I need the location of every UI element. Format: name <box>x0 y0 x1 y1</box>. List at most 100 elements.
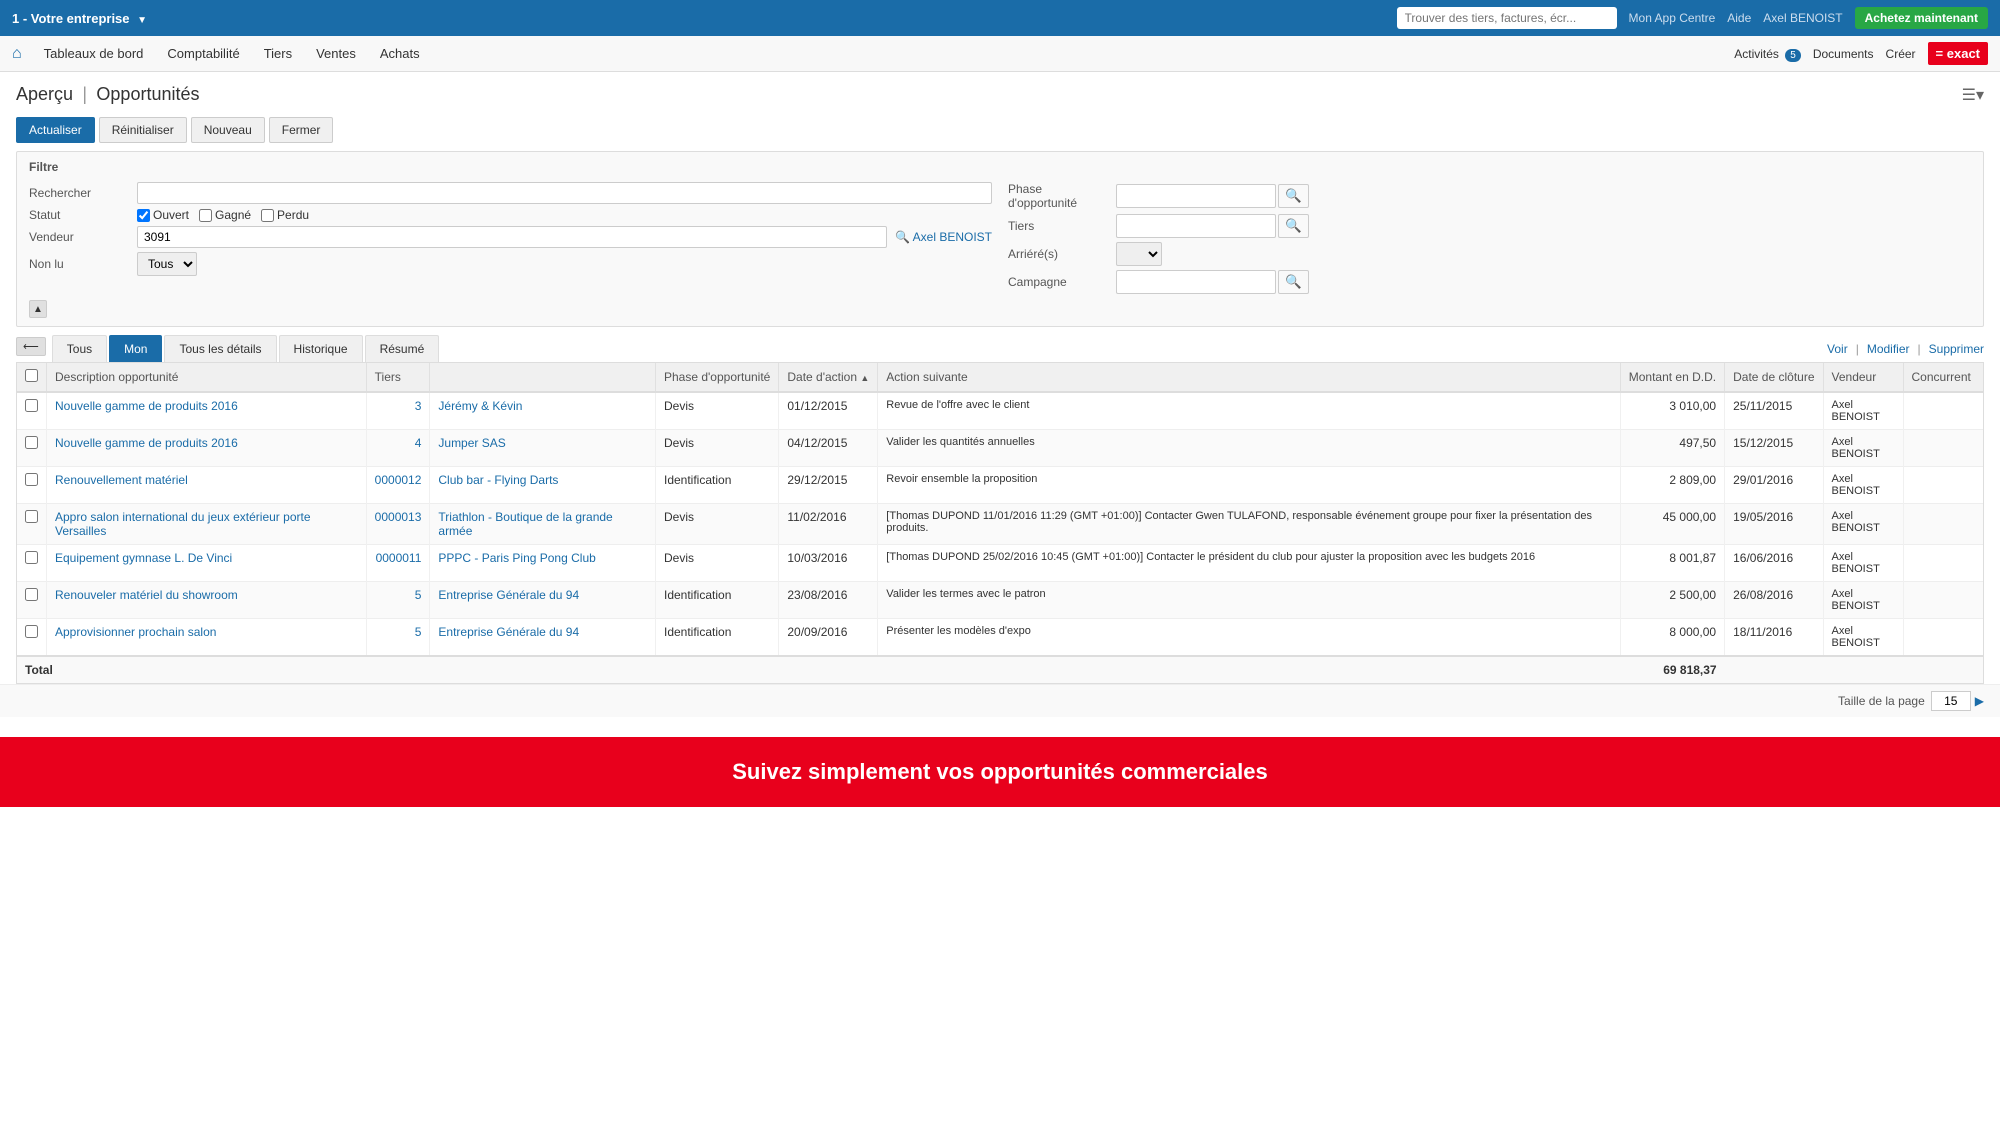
row-desc-link-4[interactable]: Equipement gymnase L. De Vinci <box>55 551 232 565</box>
filter-tiers-search-btn[interactable]: 🔍 <box>1278 214 1309 238</box>
exact-logo: = exact <box>1928 42 1988 65</box>
tab-modifier-link[interactable]: Modifier <box>1867 342 1910 356</box>
row-desc-link-3[interactable]: Appro salon international du jeux extéri… <box>55 510 311 538</box>
row-checkbox-0[interactable] <box>25 399 38 412</box>
filter-campagne-search-btn[interactable]: 🔍 <box>1278 270 1309 294</box>
filter-phase-input[interactable] <box>1116 184 1276 208</box>
nav-tableaux[interactable]: Tableaux de bord <box>34 38 154 69</box>
user-link[interactable]: Axel BENOIST <box>1763 11 1842 25</box>
row-tiers-name-link-0[interactable]: Jérémy & Kévin <box>438 399 522 413</box>
page-view-toggle[interactable]: ☰▾ <box>1962 85 1984 105</box>
row-checkbox-1[interactable] <box>25 436 38 449</box>
create-link[interactable]: Créer <box>1886 47 1916 61</box>
row-tiers-num-link-4[interactable]: 0000011 <box>376 551 422 565</box>
filter-phase-search-btn[interactable]: 🔍 <box>1278 184 1309 208</box>
filter-non-lu-select[interactable]: Tous <box>137 252 197 276</box>
tab-tous[interactable]: Tous <box>52 335 107 362</box>
row-tiers-name-link-2[interactable]: Club bar - Flying Darts <box>438 473 558 487</box>
aide-link[interactable]: Aide <box>1727 11 1751 25</box>
global-search-input[interactable] <box>1397 7 1617 29</box>
row-tiers-num-link-5[interactable]: 5 <box>415 588 422 602</box>
th-montant[interactable]: Montant en D.D. <box>1620 363 1724 392</box>
home-icon[interactable]: ⌂ <box>12 45 22 63</box>
row-tiers-num-6: 5 <box>366 619 430 657</box>
filter-tiers-input[interactable] <box>1116 214 1276 238</box>
th-tiers[interactable]: Tiers <box>366 363 430 392</box>
filter-campagne-label: Campagne <box>1008 275 1108 289</box>
row-tiers-name-link-6[interactable]: Entreprise Générale du 94 <box>438 625 579 639</box>
filter-gagne-checkbox[interactable] <box>199 209 212 222</box>
nouveau-button[interactable]: Nouveau <box>191 117 265 143</box>
nav-achats[interactable]: Achats <box>370 38 430 69</box>
th-description[interactable]: Description opportunité <box>47 363 367 392</box>
filter-tiers-input-group: 🔍 <box>1116 214 1309 238</box>
filter-ouvert-checkbox[interactable] <box>137 209 150 222</box>
nav-comptabilite[interactable]: Comptabilité <box>157 38 249 69</box>
pagination-next-icon[interactable]: ▶ <box>1975 694 1984 708</box>
row-montant-1: 497,50 <box>1620 430 1724 467</box>
buy-button[interactable]: Achetez maintenant <box>1855 7 1988 29</box>
filter-perdu-label[interactable]: Perdu <box>261 208 309 222</box>
tab-tous-details[interactable]: Tous les détails <box>164 335 276 362</box>
reinitialiser-button[interactable]: Réinitialiser <box>99 117 187 143</box>
company-name[interactable]: 1 - Votre entreprise ▼ <box>12 11 147 26</box>
filter-ouvert-label[interactable]: Ouvert <box>137 208 189 222</box>
row-desc-link-5[interactable]: Renouveler matériel du showroom <box>55 588 238 602</box>
filter-vendeur-link[interactable]: 🔍 Axel BENOIST <box>895 230 992 244</box>
tab-mon[interactable]: Mon <box>109 335 162 362</box>
row-tiers-name-4: PPPC - Paris Ping Pong Club <box>430 545 656 582</box>
company-dropdown-icon: ▼ <box>137 15 147 26</box>
filter-perdu-checkbox[interactable] <box>261 209 274 222</box>
total-empty <box>1725 656 1983 683</box>
th-phase[interactable]: Phase d'opportunité <box>655 363 778 392</box>
row-tiers-name-link-3[interactable]: Triathlon - Boutique de la grande armée <box>438 510 612 538</box>
filter-non-lu-label: Non lu <box>29 257 129 271</box>
tabs-collapse-btn[interactable]: ⟵ <box>16 335 46 358</box>
tab-resume[interactable]: Résumé <box>365 335 440 362</box>
filter-arrieres-select[interactable]: ▼ <box>1116 242 1162 266</box>
row-checkbox-4[interactable] <box>25 551 38 564</box>
row-tiers-num-link-1[interactable]: 4 <box>415 436 422 450</box>
nav-tiers[interactable]: Tiers <box>254 38 302 69</box>
row-desc-link-0[interactable]: Nouvelle gamme de produits 2016 <box>55 399 238 413</box>
th-vendeur[interactable]: Vendeur <box>1823 363 1903 392</box>
row-tiers-num-link-3[interactable]: 0000013 <box>375 510 422 524</box>
app-centre-link[interactable]: Mon App Centre <box>1629 11 1716 25</box>
th-action-suivante[interactable]: Action suivante <box>878 363 1620 392</box>
filter-collapse-btn[interactable]: ▲ <box>29 300 47 318</box>
tab-voir-link[interactable]: Voir <box>1827 342 1848 356</box>
activities-link[interactable]: Activités 5 <box>1734 47 1801 61</box>
filter-rechercher-input[interactable] <box>137 182 992 204</box>
filter-campagne-input[interactable] <box>1116 270 1276 294</box>
row-tiers-num-link-0[interactable]: 3 <box>415 399 422 413</box>
row-tiers-name-link-4[interactable]: PPPC - Paris Ping Pong Club <box>438 551 595 565</box>
row-checkbox-6[interactable] <box>25 625 38 638</box>
select-all-checkbox[interactable] <box>25 369 38 382</box>
row-checkbox-5[interactable] <box>25 588 38 601</box>
tab-supprimer-link[interactable]: Supprimer <box>1929 342 1984 356</box>
filter-vendeur-input[interactable] <box>137 226 887 248</box>
row-tiers-num-link-6[interactable]: 5 <box>415 625 422 639</box>
pagination-size-input[interactable] <box>1931 691 1971 711</box>
tab-historique[interactable]: Historique <box>279 335 363 362</box>
row-concurrent-1 <box>1903 430 1983 467</box>
row-phase-6: Identification <box>655 619 778 657</box>
nav-ventes[interactable]: Ventes <box>306 38 366 69</box>
filter-gagne-label[interactable]: Gagné <box>199 208 251 222</box>
row-checkbox-2[interactable] <box>25 473 38 486</box>
actualiser-button[interactable]: Actualiser <box>16 117 95 143</box>
row-checkbox-3[interactable] <box>25 510 38 523</box>
row-desc-link-6[interactable]: Approvisionner prochain salon <box>55 625 216 639</box>
top-bar-right: Mon App Centre Aide Axel BENOIST Achetez… <box>1397 7 1988 29</box>
row-tiers-num-link-2[interactable]: 0000012 <box>375 473 422 487</box>
row-tiers-name-link-1[interactable]: Jumper SAS <box>438 436 505 450</box>
row-desc-link-2[interactable]: Renouvellement matériel <box>55 473 188 487</box>
fermer-button[interactable]: Fermer <box>269 117 334 143</box>
th-concurrent[interactable]: Concurrent <box>1903 363 1983 392</box>
th-date-cloture[interactable]: Date de clôture <box>1725 363 1823 392</box>
row-desc-link-1[interactable]: Nouvelle gamme de produits 2016 <box>55 436 238 450</box>
th-date-action[interactable]: Date d'action ▲ <box>779 363 878 392</box>
top-bar-left: 1 - Votre entreprise ▼ <box>12 11 147 26</box>
row-tiers-name-link-5[interactable]: Entreprise Générale du 94 <box>438 588 579 602</box>
documents-link[interactable]: Documents <box>1813 47 1874 61</box>
